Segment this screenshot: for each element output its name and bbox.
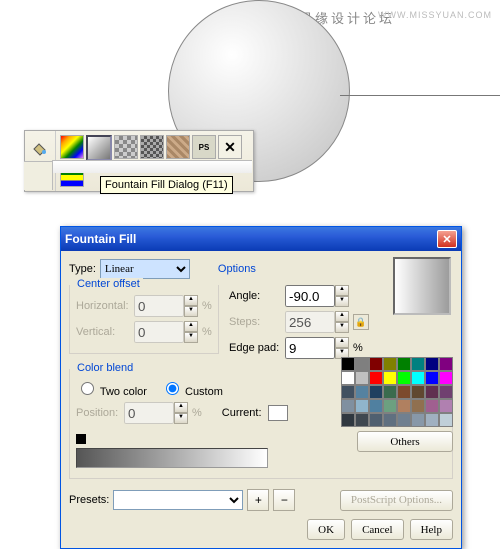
uniform-fill-icon[interactable]: [60, 135, 84, 159]
postscript-fill-icon[interactable]: PS: [192, 135, 216, 159]
palette-swatch[interactable]: [341, 413, 355, 427]
palette-swatch[interactable]: [411, 371, 425, 385]
position-label: Position:: [76, 407, 120, 419]
watermark-url: WWW.MISSYUAN.COM: [378, 10, 492, 20]
palette-swatch[interactable]: [355, 399, 369, 413]
gradient-preview: [393, 257, 451, 315]
titlebar[interactable]: Fountain Fill ✕: [61, 227, 461, 251]
vertical-input: [134, 321, 184, 343]
palette-swatch[interactable]: [397, 385, 411, 399]
palette-swatch[interactable]: [439, 385, 453, 399]
palette-swatch[interactable]: [397, 413, 411, 427]
palette-swatch[interactable]: [411, 385, 425, 399]
palette-swatch[interactable]: [425, 385, 439, 399]
ruler: [52, 160, 252, 173]
palette-swatch[interactable]: [383, 357, 397, 371]
fill-bucket-icon[interactable]: [31, 139, 49, 157]
others-button[interactable]: Others: [357, 431, 453, 452]
palette-swatch[interactable]: [369, 399, 383, 413]
palette-swatch[interactable]: [439, 371, 453, 385]
close-button[interactable]: ✕: [437, 230, 457, 248]
palette-swatch[interactable]: [341, 385, 355, 399]
current-swatch[interactable]: [268, 405, 288, 421]
palette-swatch[interactable]: [355, 357, 369, 371]
horizontal-label: Horizontal:: [76, 300, 130, 312]
steps-label: Steps:: [229, 316, 281, 328]
palette-swatch[interactable]: [355, 385, 369, 399]
edgepad-input[interactable]: [285, 337, 335, 359]
palette-swatch[interactable]: [383, 371, 397, 385]
fountain-fill-dialog: Fountain Fill ✕ Type: Linear Options Cen…: [60, 226, 462, 549]
color-palette: Others: [341, 357, 453, 452]
cancel-button[interactable]: Cancel: [351, 519, 404, 540]
palette-swatch[interactable]: [397, 371, 411, 385]
palette-swatch[interactable]: [341, 371, 355, 385]
palette-swatch[interactable]: [425, 357, 439, 371]
bitmap-fill-icon[interactable]: [166, 135, 190, 159]
palette-swatch[interactable]: [411, 357, 425, 371]
palette-swatch[interactable]: [341, 399, 355, 413]
help-button[interactable]: Help: [410, 519, 453, 540]
texture-fill-icon[interactable]: [140, 135, 164, 159]
palette-swatch[interactable]: [369, 385, 383, 399]
palette-swatch[interactable]: [355, 413, 369, 427]
palette-swatch[interactable]: [397, 399, 411, 413]
palette-swatch[interactable]: [439, 413, 453, 427]
canvas-hline: [340, 95, 500, 96]
steps-input: [285, 311, 335, 333]
palette-swatch[interactable]: [355, 371, 369, 385]
color-blend-label: Color blend: [74, 362, 136, 374]
horizontal-input: [134, 295, 184, 317]
angle-input[interactable]: [285, 285, 335, 307]
palette-swatch[interactable]: [397, 357, 411, 371]
options-label: Options: [218, 263, 256, 275]
palette-swatch[interactable]: [383, 399, 397, 413]
fountain-fill-icon[interactable]: [86, 135, 112, 161]
current-label: Current:: [222, 407, 262, 419]
palette-swatch[interactable]: [341, 357, 355, 371]
presets-label: Presets:: [69, 494, 109, 506]
title-text: Fountain Fill: [65, 232, 437, 246]
preset-add-button[interactable]: +: [247, 489, 269, 511]
no-fill-icon[interactable]: ✕: [218, 135, 242, 159]
palette-swatch[interactable]: [383, 385, 397, 399]
type-label: Type:: [69, 263, 96, 275]
palette-swatch[interactable]: [425, 371, 439, 385]
palette-swatch[interactable]: [439, 399, 453, 413]
palette-swatch[interactable]: [369, 413, 383, 427]
palette-swatch[interactable]: [411, 413, 425, 427]
angle-label: Angle:: [229, 290, 281, 302]
ok-button[interactable]: OK: [307, 519, 345, 540]
position-input: [124, 402, 174, 424]
postscript-button: PostScript Options...: [340, 490, 453, 511]
palette-swatch[interactable]: [439, 357, 453, 371]
two-color-radio[interactable]: Two color: [76, 379, 147, 398]
lock-icon[interactable]: 🔒: [353, 314, 369, 330]
palette-swatch[interactable]: [369, 357, 383, 371]
presets-select[interactable]: [113, 490, 243, 510]
palette-swatch[interactable]: [383, 413, 397, 427]
palette-swatch[interactable]: [369, 371, 383, 385]
palette-swatch[interactable]: [425, 399, 439, 413]
vertical-label: Vertical:: [76, 326, 130, 338]
marker-start[interactable]: [76, 434, 86, 444]
center-offset-label: Center offset: [74, 278, 143, 290]
gradient-bar[interactable]: [76, 448, 268, 468]
palette-swatch[interactable]: [411, 399, 425, 413]
preset-remove-button[interactable]: −: [273, 489, 295, 511]
custom-radio[interactable]: Custom: [161, 379, 223, 398]
palette-swatch[interactable]: [425, 413, 439, 427]
type-select[interactable]: Linear: [100, 259, 190, 279]
pattern-fill-icon[interactable]: [114, 135, 138, 159]
edgepad-label: Edge pad:: [229, 342, 281, 354]
tooltip: Fountain Fill Dialog (F11): [100, 176, 233, 194]
